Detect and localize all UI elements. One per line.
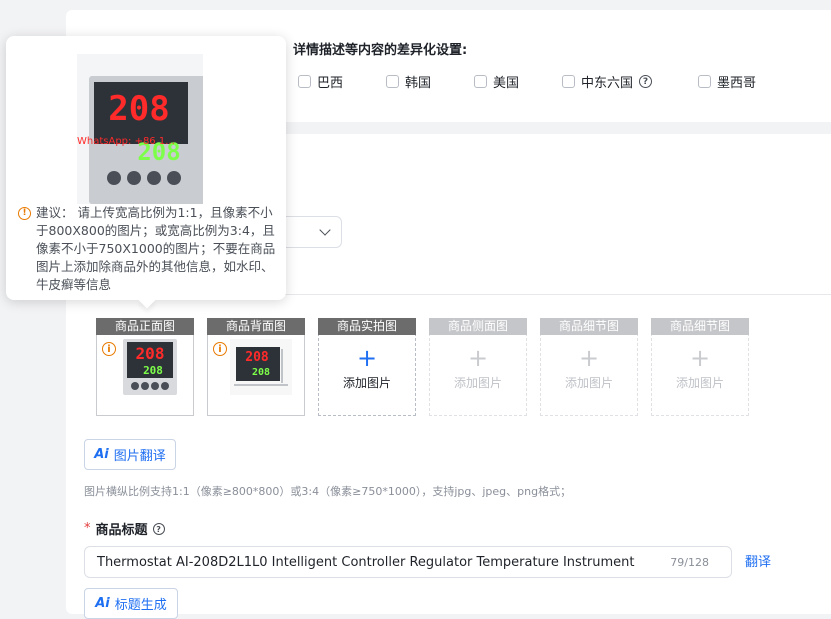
checkbox[interactable] [474, 75, 487, 88]
translate-title-link[interactable]: 翻译 [745, 551, 771, 570]
image-slot-front[interactable]: 商品正面图 i 208 208 [96, 318, 194, 416]
plus-icon: + [356, 344, 378, 372]
country-label: 巴西 [317, 76, 344, 91]
country-label: 美国 [493, 76, 520, 91]
question-circle-icon[interactable]: ? [152, 522, 165, 535]
checkbox[interactable] [386, 75, 399, 88]
image-translate-button[interactable]: Ai 图片翻译 [84, 439, 176, 470]
image-translate-label: 图片翻译 [113, 449, 166, 464]
product-title-text: 商品标题 [95, 523, 148, 538]
image-slot-label: 商品细节图 [540, 318, 638, 335]
country-option-gcc[interactable]: 中东六国 ? [562, 72, 653, 91]
country-label: 韩国 [405, 76, 432, 91]
checkbox[interactable] [698, 75, 711, 88]
locale-settings-heading: 详情描述等内容的差异化设置: [293, 43, 468, 58]
product-thumbnail-back: 208 208 [230, 339, 292, 395]
plus-icon: + [578, 344, 600, 372]
warning-circle-icon: ! [18, 207, 31, 220]
image-slot-back[interactable]: 商品背面图 i 208 208 [207, 318, 305, 416]
country-option-mexico[interactable]: 墨西哥 [698, 72, 756, 91]
country-label: 中东六国 [581, 76, 634, 91]
image-slot-label: 商品侧面图 [429, 318, 527, 335]
thumb-display-bottom: 208 [143, 364, 163, 377]
product-title-input[interactable]: Thermostat AI-208D2L1L0 Intelligent Cont… [84, 546, 732, 578]
country-label: 墨西哥 [717, 76, 757, 91]
image-slot-label: 商品背面图 [207, 318, 305, 335]
image-slot-detail-1: 商品细节图 + 添加图片 [540, 318, 638, 416]
chevron-down-icon [319, 224, 331, 236]
image-slot-real-shot[interactable]: 商品实拍图 + 添加图片 [318, 318, 416, 416]
example-display-top: 208 [108, 89, 169, 129]
add-image-label: 添加图片 [564, 376, 613, 390]
thumb-display-top: 208 [136, 344, 165, 363]
add-image-label: 添加图片 [342, 376, 391, 390]
country-option-usa[interactable]: 美国 [474, 72, 519, 91]
thumb-display-bottom: 208 [252, 367, 270, 378]
image-slot-label: 商品实拍图 [318, 318, 416, 335]
warning-circle-icon[interactable]: i [102, 342, 116, 356]
image-format-hint: 图片横纵比例支持1:1（像素≥800*800）或3:4（像素≥750*1000）… [84, 485, 572, 498]
image-slot-label: 商品细节图 [651, 318, 749, 335]
plus-icon: + [689, 344, 711, 372]
product-thumbnail-front: 208 208 [123, 339, 177, 395]
checkbox[interactable] [562, 75, 575, 88]
checkbox[interactable] [298, 75, 311, 88]
thumb-display-top: 208 [245, 350, 269, 365]
example-product-image: 208 208 WhatsApp: +86 1... [77, 54, 203, 204]
image-guideline-tooltip: 208 208 WhatsApp: +86 1... ! 建议： 请上传宽高比例… [6, 36, 286, 300]
plus-icon: + [467, 344, 489, 372]
country-option-brazil[interactable]: 巴西 [298, 72, 343, 91]
warning-circle-icon[interactable]: i [213, 342, 227, 356]
image-slot-label: 商品正面图 [96, 318, 194, 335]
image-guideline-text: 建议： 请上传宽高比例为1:1，且像素不小于800X800的图片；或宽高比例为3… [36, 205, 276, 292]
product-title-value[interactable]: Thermostat AI-208D2L1L0 Intelligent Cont… [97, 555, 635, 570]
product-image-uploader: 商品正面图 i 208 208 商品背面图 i 208 208 商品实拍图 + … [84, 294, 831, 434]
ai-icon: Ai [94, 447, 109, 462]
product-title-label: * 商品标题 ? [84, 519, 165, 538]
watermark-text: WhatsApp: +86 1... [77, 136, 175, 147]
add-image-label: 添加图片 [675, 376, 724, 390]
add-image-label: 添加图片 [453, 376, 502, 390]
image-slot-side: 商品侧面图 + 添加图片 [429, 318, 527, 416]
character-count: 79/128 [670, 556, 709, 569]
question-circle-icon[interactable]: ? [639, 75, 653, 88]
country-option-korea[interactable]: 韩国 [386, 72, 431, 91]
image-slot-detail-2: 商品细节图 + 添加图片 [651, 318, 749, 416]
required-mark: * [84, 521, 91, 536]
